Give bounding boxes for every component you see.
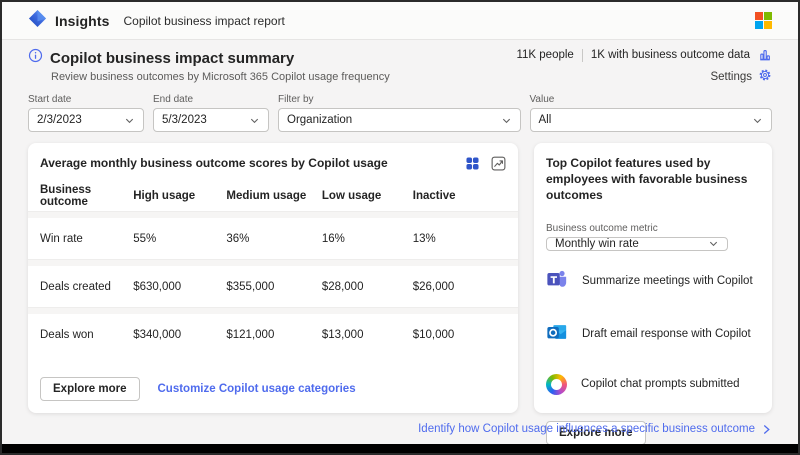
chevron-down-icon (753, 118, 762, 123)
metric-label: Business outcome metric (546, 222, 658, 234)
col-header: Inactive (412, 190, 456, 203)
viva-insights-logo-icon (28, 9, 47, 33)
cell-value: $340,000 (133, 328, 182, 341)
page-subtitle: Review business outcomes by Microsoft 36… (51, 71, 390, 83)
feature-list: Summarize meetings with Copilot Draft em… (546, 268, 760, 421)
row-label: Deals created (40, 280, 111, 293)
metric-select[interactable]: Monthly win rate (546, 236, 728, 251)
table-row: Deals created $630,000 $355,000 $28,000 … (40, 266, 506, 307)
start-date-label: Start date (28, 94, 72, 105)
cell-value: $13,000 (321, 328, 364, 341)
table-view-icon[interactable] (466, 157, 479, 170)
teams-icon (546, 268, 568, 295)
table-row: Win rate 55% 36% 16% 13% (40, 218, 506, 259)
filter-by-label: Filter by (278, 94, 314, 105)
filter-by-select[interactable]: Organization (278, 108, 521, 132)
col-header: Medium usage (226, 190, 307, 203)
row-label: Win rate (40, 232, 83, 245)
feature-label: Copilot chat prompts submitted (581, 378, 740, 391)
end-date-label: End date (153, 94, 194, 105)
features-card-title: Top Copilot features used by employees w… (546, 156, 748, 203)
explore-more-button[interactable]: Explore more (40, 377, 140, 401)
page-header: Copilot business impact summary Review b… (28, 48, 772, 85)
divider (581, 48, 583, 62)
value-select[interactable]: All (529, 108, 772, 132)
table-row: Deals won $340,000 $121,000 $13,000 $10,… (40, 314, 506, 355)
cell-value: 55% (133, 232, 157, 245)
report-name: Copilot business impact report (123, 13, 285, 28)
value-value: All (538, 114, 552, 126)
cell-value: $28,000 (321, 280, 364, 293)
cell-value: 13% (412, 232, 436, 245)
outcome-scores-card: Average monthly business outcome scores … (28, 143, 518, 413)
line-chart-view-icon[interactable] (491, 156, 506, 171)
identify-outcome-link[interactable]: Identify how Copilot usage influences a … (418, 423, 755, 435)
main-content: Copilot business impact summary Review b… (2, 40, 798, 445)
filter-by-value: Organization (287, 114, 353, 126)
value-label: Value (529, 94, 555, 105)
filter-bar: Start date 2/3/2023 End date 5/3/2023 Fi… (28, 94, 772, 132)
page-title: Copilot business impact summary (50, 49, 295, 67)
chevron-right-icon[interactable] (761, 424, 772, 435)
window-bottom-edge (2, 444, 798, 453)
feature-label: Draft email response with Copilot (582, 328, 751, 341)
app-window: Insights Copilot business impact report (0, 0, 800, 455)
list-item: Summarize meetings with Copilot (546, 268, 760, 295)
col-header: High usage (133, 190, 196, 203)
table-header-row: Business outcome High usage Medium usage… (40, 181, 506, 211)
col-header: Low usage (321, 190, 382, 203)
row-separator (28, 211, 518, 219)
row-separator (28, 259, 518, 267)
value-field: Value All (529, 94, 772, 132)
end-date-select[interactable]: 5/3/2023 (153, 108, 269, 132)
chevron-down-icon (709, 241, 718, 247)
row-label: Deals won (40, 328, 94, 341)
cell-value: $10,000 (412, 328, 455, 341)
end-date-field: End date 5/3/2023 (153, 94, 269, 132)
end-date-value: 5/3/2023 (162, 114, 207, 126)
customize-categories-link[interactable]: Customize Copilot usage categories (158, 383, 356, 395)
top-features-card: Top Copilot features used by employees w… (534, 143, 772, 445)
chevron-down-icon (125, 118, 134, 123)
cell-value: $355,000 (226, 280, 275, 293)
outcome-card-title: Average monthly business outcome scores … (40, 156, 388, 170)
people-count: 11K people (516, 49, 574, 61)
filter-by-field: Filter by Organization (278, 94, 521, 132)
row-separator (28, 307, 518, 315)
cell-value: 16% (321, 232, 345, 245)
settings-control[interactable]: Settings (516, 68, 772, 85)
info-icon[interactable] (28, 48, 43, 68)
microsoft-logo-icon[interactable] (755, 12, 772, 29)
col-header: Business outcome (40, 184, 92, 209)
outcome-table: Business outcome High usage Medium usage… (28, 181, 518, 355)
chevron-down-icon (250, 118, 259, 123)
outcome-count: 1K with business outcome data (590, 49, 750, 61)
outlook-icon (546, 321, 568, 348)
chevron-down-icon (502, 118, 510, 123)
app-name: Insights (55, 12, 110, 29)
start-date-select[interactable]: 2/3/2023 (28, 108, 144, 132)
cell-value: 36% (226, 232, 250, 245)
metric-value: Monthly win rate (555, 237, 639, 250)
gear-icon (758, 68, 772, 85)
population-chart-icon[interactable] (758, 48, 772, 62)
settings-label: Settings (710, 70, 752, 83)
cell-value: $121,000 (226, 328, 275, 341)
feature-label: Summarize meetings with Copilot (582, 275, 753, 288)
top-bar: Insights Copilot business impact report (2, 2, 798, 40)
brand[interactable]: Insights (28, 9, 109, 33)
list-item: Copilot chat prompts submitted (546, 373, 760, 395)
list-item: Draft email response with Copilot (546, 321, 760, 348)
start-date-value: 2/3/2023 (37, 114, 82, 126)
cell-value: $630,000 (133, 280, 182, 293)
copilot-icon (546, 373, 567, 395)
cell-value: $26,000 (412, 280, 455, 293)
start-date-field: Start date 2/3/2023 (28, 94, 144, 132)
